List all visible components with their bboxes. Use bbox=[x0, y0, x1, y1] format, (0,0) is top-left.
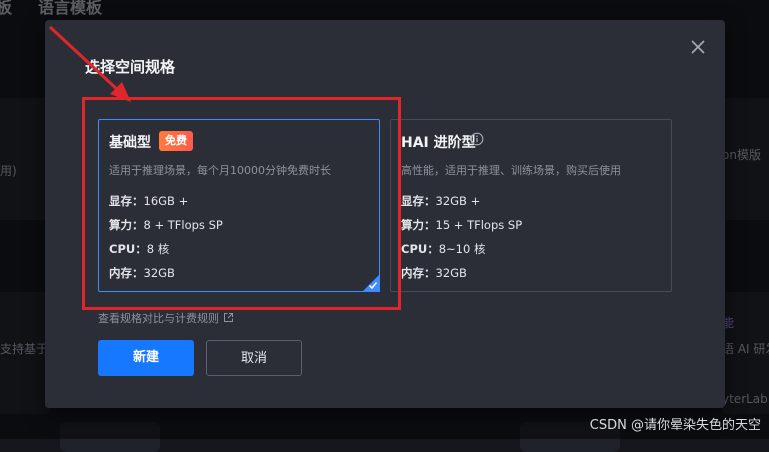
close-icon[interactable] bbox=[689, 38, 707, 56]
compare-pricing-link[interactable]: 查看规格对比与计费规则 bbox=[98, 310, 234, 326]
spec-gpu-memory: 显存：32GB + bbox=[401, 194, 481, 208]
card-description: 高性能，适用于推理、训练场景，购买后使用 bbox=[401, 164, 621, 177]
spec-memory: 内存：32GB bbox=[401, 266, 467, 280]
spec-card-hai-advanced[interactable]: HAI 进阶型 高性能，适用于推理、训练场景，购买后使用 显存：32GB + 算… bbox=[390, 119, 672, 292]
external-link-icon bbox=[224, 313, 233, 322]
annotation-highlight-box bbox=[82, 97, 401, 310]
info-icon[interactable] bbox=[470, 132, 484, 146]
spec-compute: 算力：15 + TFlops SP bbox=[401, 218, 523, 232]
card-name: HAI 进阶型 bbox=[401, 135, 476, 151]
compare-link-text: 查看规格对比与计费规则 bbox=[98, 312, 219, 325]
create-button[interactable]: 新建 bbox=[98, 340, 194, 376]
cancel-button[interactable]: 取消 bbox=[206, 340, 302, 376]
spec-cpu: CPU：8~10 核 bbox=[401, 242, 486, 256]
watermark: CSDN @请你晕染失色的天空 bbox=[589, 418, 761, 433]
dialog-title: 选择空间规格 bbox=[85, 58, 176, 76]
